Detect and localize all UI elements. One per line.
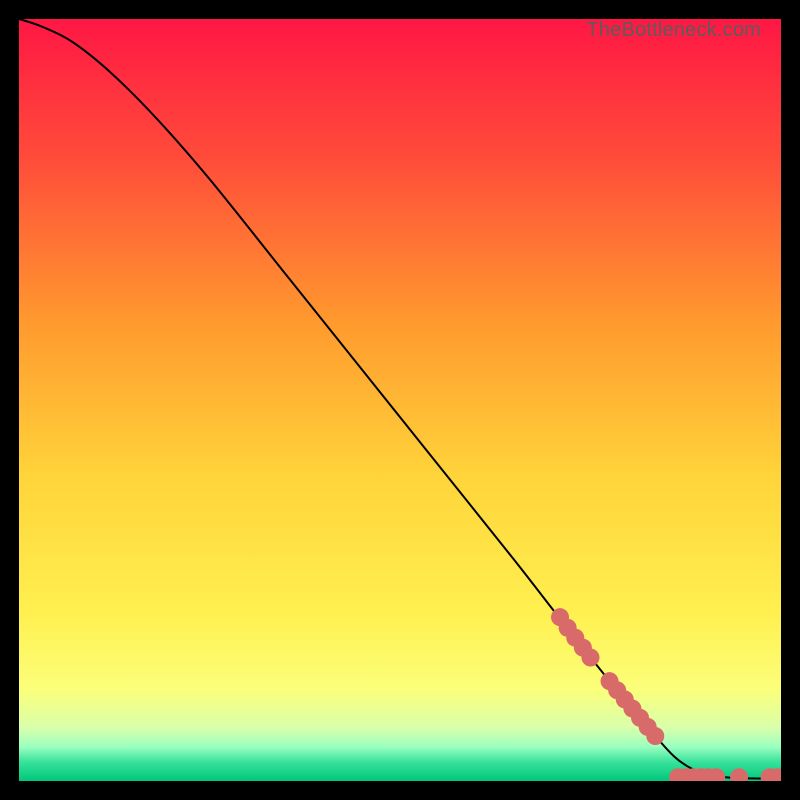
- watermark-text: TheBottleneck.com: [586, 19, 761, 42]
- data-marker: [646, 727, 664, 745]
- chart-background: [19, 19, 781, 781]
- chart-plot: [19, 19, 781, 781]
- chart-frame: TheBottleneck.com: [19, 19, 781, 781]
- data-marker: [582, 649, 600, 667]
